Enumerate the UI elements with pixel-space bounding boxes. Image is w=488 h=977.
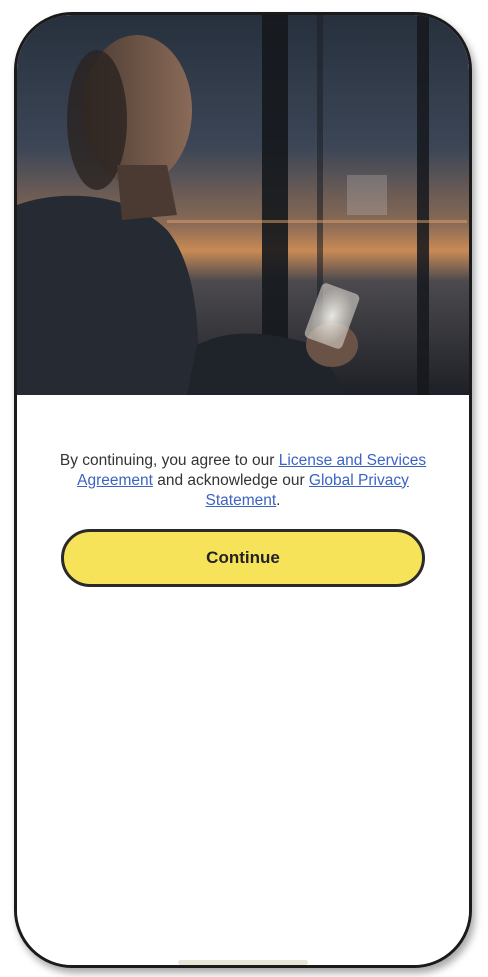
continue-button-label: Continue	[206, 548, 280, 567]
consent-prefix: By continuing, you agree to our	[59, 451, 279, 469]
consent-suffix: .	[276, 491, 281, 509]
content-area: By continuing, you agree to our License …	[17, 395, 469, 965]
consent-text: By continuing, you agree to our License …	[57, 451, 429, 511]
continue-button[interactable]: Continue	[61, 529, 425, 587]
hero-image	[17, 15, 469, 395]
home-indicator	[178, 960, 308, 965]
consent-middle: and acknowledge our	[152, 471, 309, 489]
phone-frame: By continuing, you agree to our License …	[14, 12, 472, 968]
hero-illustration	[17, 15, 469, 395]
